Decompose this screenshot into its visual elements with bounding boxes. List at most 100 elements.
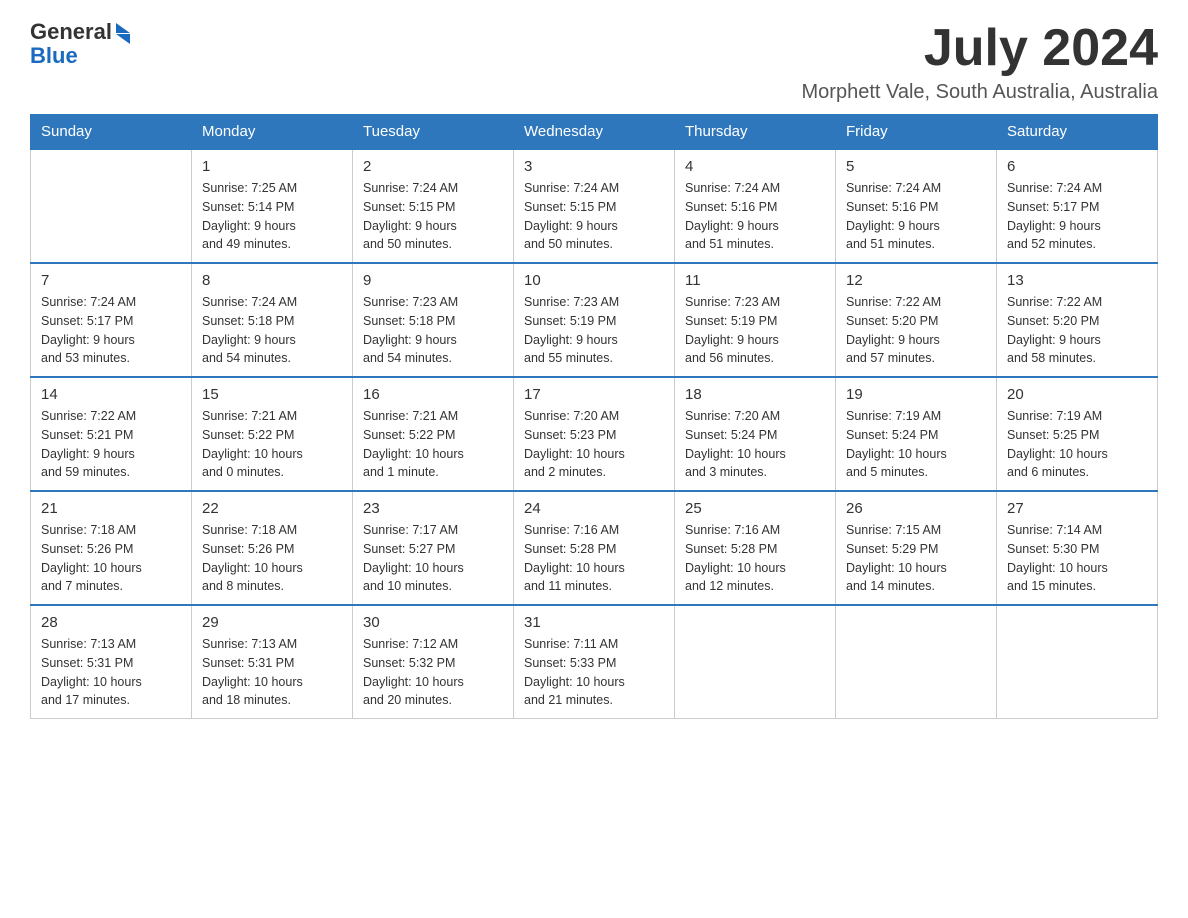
calendar-cell: 26 Sunrise: 7:15 AM Sunset: 5:29 PM Dayli… <box>836 491 997 605</box>
calendar-cell: 6 Sunrise: 7:24 AM Sunset: 5:17 PM Daylig… <box>997 149 1158 263</box>
calendar-cell: 21 Sunrise: 7:18 AM Sunset: 5:26 PM Dayli… <box>31 491 192 605</box>
calendar-cell: 2 Sunrise: 7:24 AM Sunset: 5:15 PM Daylig… <box>353 149 514 263</box>
calendar-day-header: Sunday <box>31 115 192 150</box>
day-number: 23 <box>363 500 503 517</box>
calendar-week-row: 21 Sunrise: 7:18 AM Sunset: 5:26 PM Dayli… <box>31 491 1158 605</box>
calendar-header-row: SundayMondayTuesdayWednesdayThursdayFrid… <box>31 115 1158 150</box>
day-info: Sunrise: 7:23 AM Sunset: 5:18 PM Dayligh… <box>363 293 503 368</box>
day-number: 3 <box>524 158 664 175</box>
calendar-table: SundayMondayTuesdayWednesdayThursdayFrid… <box>30 114 1158 719</box>
day-info: Sunrise: 7:23 AM Sunset: 5:19 PM Dayligh… <box>685 293 825 368</box>
day-info: Sunrise: 7:18 AM Sunset: 5:26 PM Dayligh… <box>41 521 181 596</box>
day-info: Sunrise: 7:24 AM Sunset: 5:17 PM Dayligh… <box>1007 179 1147 254</box>
day-info: Sunrise: 7:20 AM Sunset: 5:23 PM Dayligh… <box>524 407 664 482</box>
day-info: Sunrise: 7:24 AM Sunset: 5:16 PM Dayligh… <box>685 179 825 254</box>
day-number: 8 <box>202 272 342 289</box>
calendar-cell <box>31 149 192 263</box>
day-info: Sunrise: 7:15 AM Sunset: 5:29 PM Dayligh… <box>846 521 986 596</box>
day-number: 30 <box>363 614 503 631</box>
day-info: Sunrise: 7:19 AM Sunset: 5:25 PM Dayligh… <box>1007 407 1147 482</box>
day-number: 5 <box>846 158 986 175</box>
calendar-day-header: Tuesday <box>353 115 514 150</box>
calendar-week-row: 1Sunrise: 7:25 AM Sunset: 5:14 PM Daylig… <box>31 149 1158 263</box>
calendar-day-header: Thursday <box>675 115 836 150</box>
calendar-cell: 1Sunrise: 7:25 AM Sunset: 5:14 PM Daylig… <box>192 149 353 263</box>
calendar-cell: 3 Sunrise: 7:24 AM Sunset: 5:15 PM Daylig… <box>514 149 675 263</box>
day-number: 10 <box>524 272 664 289</box>
day-number: 11 <box>685 272 825 289</box>
calendar-cell: 30 Sunrise: 7:12 AM Sunset: 5:32 PM Dayli… <box>353 605 514 719</box>
logo-blue-text: Blue <box>30 44 130 68</box>
calendar-cell: 11 Sunrise: 7:23 AM Sunset: 5:19 PM Dayli… <box>675 263 836 377</box>
calendar-cell: 18Sunrise: 7:20 AM Sunset: 5:24 PM Dayli… <box>675 377 836 491</box>
day-number: 16 <box>363 386 503 403</box>
title-block: July 2024 Morphett Vale, South Australia… <box>802 20 1159 104</box>
day-number: 6 <box>1007 158 1147 175</box>
day-number: 9 <box>363 272 503 289</box>
day-info: Sunrise: 7:16 AM Sunset: 5:28 PM Dayligh… <box>524 521 664 596</box>
calendar-week-row: 14Sunrise: 7:22 AM Sunset: 5:21 PM Dayli… <box>31 377 1158 491</box>
calendar-cell: 19Sunrise: 7:19 AM Sunset: 5:24 PM Dayli… <box>836 377 997 491</box>
day-info: Sunrise: 7:24 AM Sunset: 5:18 PM Dayligh… <box>202 293 342 368</box>
day-info: Sunrise: 7:19 AM Sunset: 5:24 PM Dayligh… <box>846 407 986 482</box>
calendar-cell <box>675 605 836 719</box>
day-info: Sunrise: 7:24 AM Sunset: 5:15 PM Dayligh… <box>524 179 664 254</box>
calendar-cell: 14Sunrise: 7:22 AM Sunset: 5:21 PM Dayli… <box>31 377 192 491</box>
calendar-cell: 31 Sunrise: 7:11 AM Sunset: 5:33 PM Dayli… <box>514 605 675 719</box>
day-number: 21 <box>41 500 181 517</box>
day-info: Sunrise: 7:22 AM Sunset: 5:20 PM Dayligh… <box>1007 293 1147 368</box>
day-number: 22 <box>202 500 342 517</box>
day-number: 13 <box>1007 272 1147 289</box>
calendar-cell: 29Sunrise: 7:13 AM Sunset: 5:31 PM Dayli… <box>192 605 353 719</box>
calendar-cell: 20 Sunrise: 7:19 AM Sunset: 5:25 PM Dayli… <box>997 377 1158 491</box>
day-number: 2 <box>363 158 503 175</box>
month-year-title: July 2024 <box>802 20 1159 77</box>
day-number: 24 <box>524 500 664 517</box>
calendar-cell: 22 Sunrise: 7:18 AM Sunset: 5:26 PM Dayli… <box>192 491 353 605</box>
day-number: 7 <box>41 272 181 289</box>
day-number: 4 <box>685 158 825 175</box>
calendar-cell: 27 Sunrise: 7:14 AM Sunset: 5:30 PM Dayli… <box>997 491 1158 605</box>
calendar-cell: 8 Sunrise: 7:24 AM Sunset: 5:18 PM Daylig… <box>192 263 353 377</box>
calendar-cell: 12Sunrise: 7:22 AM Sunset: 5:20 PM Dayli… <box>836 263 997 377</box>
day-number: 29 <box>202 614 342 631</box>
day-number: 12 <box>846 272 986 289</box>
day-number: 17 <box>524 386 664 403</box>
calendar-week-row: 28 Sunrise: 7:13 AM Sunset: 5:31 PM Dayli… <box>31 605 1158 719</box>
day-info: Sunrise: 7:11 AM Sunset: 5:33 PM Dayligh… <box>524 635 664 710</box>
day-info: Sunrise: 7:21 AM Sunset: 5:22 PM Dayligh… <box>202 407 342 482</box>
calendar-cell: 4 Sunrise: 7:24 AM Sunset: 5:16 PM Daylig… <box>675 149 836 263</box>
day-info: Sunrise: 7:23 AM Sunset: 5:19 PM Dayligh… <box>524 293 664 368</box>
day-info: Sunrise: 7:16 AM Sunset: 5:28 PM Dayligh… <box>685 521 825 596</box>
calendar-cell: 7 Sunrise: 7:24 AM Sunset: 5:17 PM Daylig… <box>31 263 192 377</box>
day-info: Sunrise: 7:18 AM Sunset: 5:26 PM Dayligh… <box>202 521 342 596</box>
day-info: Sunrise: 7:24 AM Sunset: 5:17 PM Dayligh… <box>41 293 181 368</box>
calendar-day-header: Saturday <box>997 115 1158 150</box>
calendar-cell <box>836 605 997 719</box>
day-info: Sunrise: 7:13 AM Sunset: 5:31 PM Dayligh… <box>41 635 181 710</box>
day-info: Sunrise: 7:21 AM Sunset: 5:22 PM Dayligh… <box>363 407 503 482</box>
day-number: 18 <box>685 386 825 403</box>
day-number: 31 <box>524 614 664 631</box>
day-info: Sunrise: 7:14 AM Sunset: 5:30 PM Dayligh… <box>1007 521 1147 596</box>
calendar-cell: 23 Sunrise: 7:17 AM Sunset: 5:27 PM Dayli… <box>353 491 514 605</box>
day-number: 28 <box>41 614 181 631</box>
page-header: General Blue July 2024 Morphett Vale, So… <box>30 20 1158 104</box>
day-number: 26 <box>846 500 986 517</box>
calendar-cell: 10 Sunrise: 7:23 AM Sunset: 5:19 PM Dayli… <box>514 263 675 377</box>
calendar-cell: 9 Sunrise: 7:23 AM Sunset: 5:18 PM Daylig… <box>353 263 514 377</box>
day-number: 20 <box>1007 386 1147 403</box>
calendar-cell: 5 Sunrise: 7:24 AM Sunset: 5:16 PM Daylig… <box>836 149 997 263</box>
day-info: Sunrise: 7:17 AM Sunset: 5:27 PM Dayligh… <box>363 521 503 596</box>
calendar-cell: 17 Sunrise: 7:20 AM Sunset: 5:23 PM Dayli… <box>514 377 675 491</box>
calendar-week-row: 7 Sunrise: 7:24 AM Sunset: 5:17 PM Daylig… <box>31 263 1158 377</box>
day-info: Sunrise: 7:24 AM Sunset: 5:16 PM Dayligh… <box>846 179 986 254</box>
calendar-day-header: Monday <box>192 115 353 150</box>
day-number: 27 <box>1007 500 1147 517</box>
day-info: Sunrise: 7:24 AM Sunset: 5:15 PM Dayligh… <box>363 179 503 254</box>
calendar-cell: 16 Sunrise: 7:21 AM Sunset: 5:22 PM Dayli… <box>353 377 514 491</box>
calendar-cell: 25Sunrise: 7:16 AM Sunset: 5:28 PM Dayli… <box>675 491 836 605</box>
day-info: Sunrise: 7:12 AM Sunset: 5:32 PM Dayligh… <box>363 635 503 710</box>
logo-general-text: General <box>30 20 112 44</box>
calendar-cell: 24 Sunrise: 7:16 AM Sunset: 5:28 PM Dayli… <box>514 491 675 605</box>
